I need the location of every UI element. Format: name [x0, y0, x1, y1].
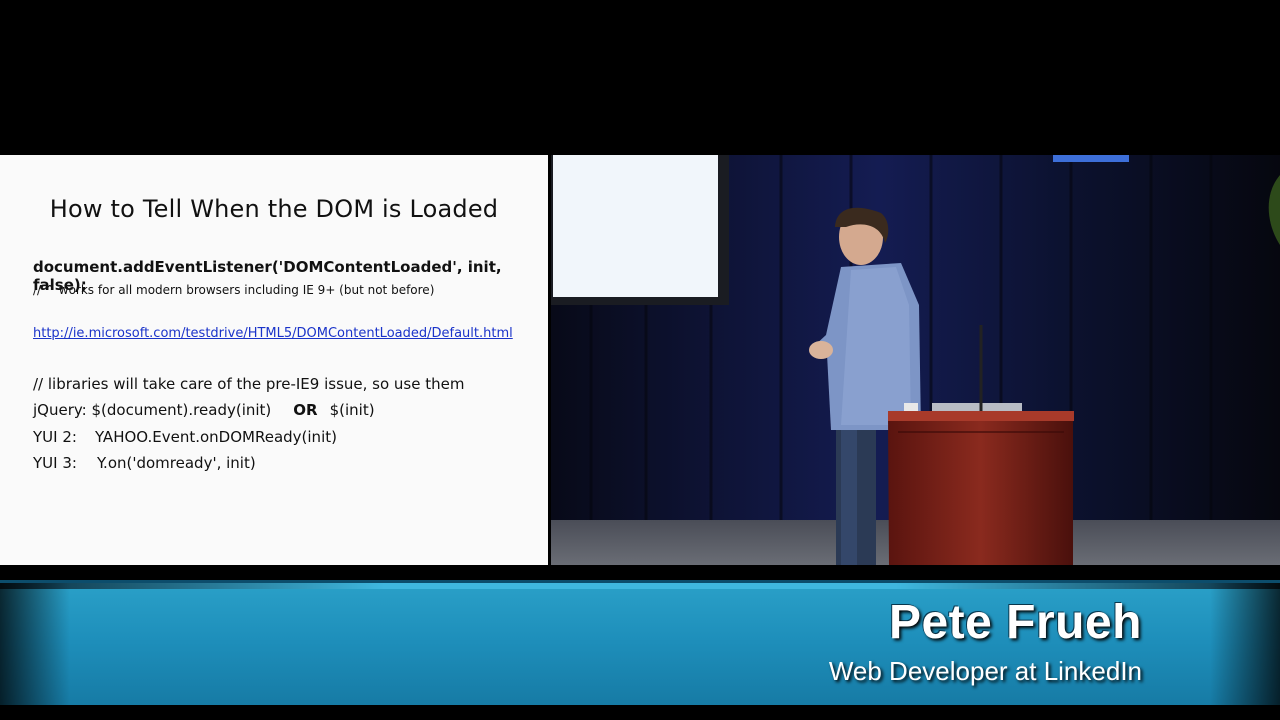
top-letterbox — [0, 0, 1280, 155]
slide-yui3-line: YUI 3: Y.on('domready', init) — [33, 454, 256, 472]
slide-title: How to Tell When the DOM is Loaded — [49, 195, 499, 223]
banner-right-fade — [1210, 583, 1280, 708]
stage-light — [1053, 155, 1129, 162]
bottom-letterbox — [0, 705, 1280, 720]
slide-yui3-label: YUI 3: — [33, 454, 77, 472]
slide-jquery-line: jQuery: $(document).ready(init) OR $(init) — [33, 401, 375, 419]
slide-library-note: // libraries will take care of the pre-I… — [33, 375, 465, 393]
lower-third-banner: Pete Frueh Web Developer at LinkedIn — [0, 580, 1280, 711]
banner-left-fade — [0, 583, 70, 708]
stage-scene — [551, 155, 1280, 565]
slide-yui2-line: YUI 2: YAHOO.Event.onDOMReady(init) — [33, 428, 337, 446]
speaker-name: Pete Frueh — [888, 596, 1142, 649]
slide-yui3-code: Y.on('domready', init) — [96, 454, 256, 472]
slide-yui2-label: YUI 2: — [33, 428, 77, 446]
podium-top — [888, 411, 1074, 421]
podium — [888, 411, 1073, 565]
stage-video — [551, 155, 1280, 565]
projection-screen — [553, 155, 718, 297]
slide-yui2-code: YAHOO.Event.onDOMReady(init) — [94, 428, 337, 446]
slide-jquery-code: jQuery: $(document).ready(init) — [33, 401, 272, 419]
slide-jquery-shorthand: $(init) — [329, 401, 375, 419]
slide-link[interactable]: http://ie.microsoft.com/testdrive/HTML5/… — [33, 326, 513, 341]
presentation-slide: How to Tell When the DOM is Loaded docum… — [0, 155, 548, 565]
slide-or-word: OR — [293, 401, 318, 419]
slide-code-comment: // ^ works for all modern browsers inclu… — [33, 283, 435, 297]
speaker-title: Web Developer at LinkedIn — [828, 656, 1142, 686]
